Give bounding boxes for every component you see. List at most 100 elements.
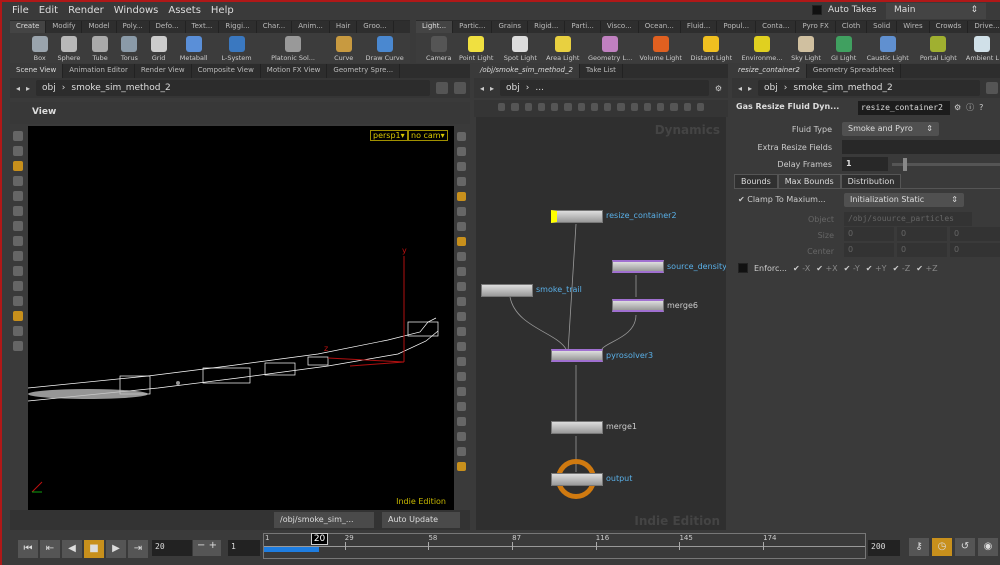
shelf-tool-l-system[interactable]: L-System — [215, 33, 258, 62]
display-option-icon[interactable] — [457, 312, 466, 321]
delay-frames-field[interactable]: 1 — [842, 157, 888, 171]
network-tool-icon[interactable] — [498, 103, 506, 111]
network-tool-icon[interactable] — [630, 103, 638, 111]
viewport-tool-icon[interactable] — [13, 236, 23, 246]
viewport-tool-icon[interactable] — [13, 161, 23, 171]
shelf-tool-distant-light[interactable]: Distant Light — [685, 33, 737, 62]
enforce-y-toggle[interactable]: ✔ -Y — [844, 264, 860, 273]
start-frame-field[interactable]: 1 — [228, 540, 260, 556]
viewport-tool-icon[interactable] — [13, 251, 23, 261]
key-icon[interactable]: ⚷ — [909, 538, 929, 556]
display-option-icon[interactable] — [457, 432, 466, 441]
forward-icon[interactable]: ▸ — [748, 84, 752, 93]
node-merge6[interactable]: merge6 — [612, 299, 698, 312]
menu-assets[interactable]: Assets — [158, 2, 201, 16]
no-cam-menu[interactable]: no cam▾ — [408, 130, 448, 141]
viewport-tool-icon[interactable] — [13, 221, 23, 231]
shelf-tab-pyro-fx[interactable]: Pyro FX — [796, 21, 836, 33]
network-tool-icon[interactable] — [617, 103, 625, 111]
shelf-tool-ambient-l[interactable]: Ambient L — [963, 33, 1000, 62]
display-option-icon[interactable] — [457, 252, 466, 261]
shelf-tab-solid[interactable]: Solid — [867, 21, 898, 33]
params-breadcrumb[interactable]: obj › smoke_sim_method_2 — [758, 80, 980, 96]
viewport-tool-icon[interactable] — [13, 341, 23, 351]
shelf-tool-platonic-sol[interactable]: Platonic Sol... — [258, 33, 328, 62]
network-tool-icon[interactable] — [511, 103, 519, 111]
shelf-tool-torus[interactable]: Torus — [114, 33, 145, 62]
display-option-icon[interactable] — [457, 147, 466, 156]
param-tab-max-bounds[interactable]: Max Bounds — [777, 174, 841, 189]
display-option-icon[interactable] — [457, 447, 466, 456]
path-obj[interactable]: obj — [42, 83, 56, 93]
viewport-tool-icon[interactable] — [13, 191, 23, 201]
node-header-icons[interactable]: ⚙ⓘ? — [954, 102, 988, 113]
display-icon[interactable] — [454, 82, 466, 94]
shelf-tool-camera[interactable]: Camera — [424, 33, 453, 62]
display-option-icon[interactable] — [457, 177, 466, 186]
center-z-field[interactable]: 0 — [950, 243, 1000, 257]
shelf-tab-rigid[interactable]: Rigid... — [528, 21, 566, 33]
path-obj[interactable]: obj — [764, 83, 778, 93]
auto-takes-toggle[interactable]: Auto Takes — [812, 5, 876, 15]
shelf-tool-metaball[interactable]: Metaball — [172, 33, 215, 62]
clamp-mode-select[interactable]: Initialization Static ⇕ — [844, 193, 964, 207]
network-tool-icon[interactable] — [577, 103, 585, 111]
display-option-icon[interactable] — [457, 192, 466, 201]
pane-tab-geometry-spre[interactable]: Geometry Spre... — [327, 64, 401, 78]
pin-icon[interactable] — [986, 82, 998, 94]
path-node[interactable]: smoke_sim_method_2 — [71, 83, 170, 93]
shelf-tab-anim[interactable]: Anim... — [292, 21, 330, 33]
extra-resize-field[interactable] — [842, 140, 1000, 154]
shelf-tab-conta[interactable]: Conta... — [756, 21, 797, 33]
shelf-tab-hair[interactable]: Hair — [330, 21, 358, 33]
camera-menu[interactable]: persp1▾ — [370, 130, 408, 141]
loop-icon[interactable]: ↺ — [955, 538, 975, 556]
viewport-tool-icon[interactable] — [13, 146, 23, 156]
network-tool-icon[interactable] — [604, 103, 612, 111]
path-breadcrumb[interactable]: obj › smoke_sim_method_2 — [36, 80, 430, 96]
stop-button[interactable]: ■ — [84, 540, 104, 558]
display-option-icon[interactable] — [457, 282, 466, 291]
path-node[interactable]: smoke_sim_method_2 — [793, 83, 892, 93]
shelf-tab-cloth[interactable]: Cloth — [836, 21, 868, 33]
menu-file[interactable]: File — [2, 2, 29, 16]
prev-key-button[interactable]: ⇤ — [40, 540, 60, 558]
3d-viewport[interactable]: y z persp1▾ no cam▾ Indie Edition — [27, 126, 454, 510]
network-tool-icon[interactable] — [537, 103, 545, 111]
back-icon[interactable]: ◂ — [16, 84, 20, 93]
current-frame-marker[interactable]: 20 — [310, 533, 329, 545]
fluid-type-select[interactable]: Smoke and Pyro ⇕ — [842, 122, 939, 136]
display-option-icon[interactable] — [457, 297, 466, 306]
viewport-tool-icon[interactable] — [13, 131, 23, 141]
path-node[interactable]: ... — [535, 83, 544, 93]
pane-tab-scene-view[interactable]: Scene View — [10, 64, 64, 78]
network-editor[interactable]: Dynamics Indie Edition resize_container2… — [476, 117, 726, 530]
enforce-z-toggle[interactable]: ✔ -Z — [893, 264, 911, 273]
display-option-icon[interactable] — [457, 237, 466, 246]
shelf-tool-curve[interactable]: Curve — [328, 33, 359, 62]
shelf-tab-parti[interactable]: Parti... — [565, 21, 601, 33]
param-tab-distribution[interactable]: Distribution — [840, 174, 902, 189]
pane-tab-geometry-spreadsheet[interactable]: Geometry Spreadsheet — [807, 64, 902, 78]
display-option-icon[interactable] — [457, 132, 466, 141]
shelf-tool-gi-light[interactable]: GI Light — [826, 33, 862, 62]
shelf-tab-poly[interactable]: Poly... — [117, 21, 150, 33]
shelf-tab-visco[interactable]: Visco... — [601, 21, 639, 33]
shelf-tool-point-light[interactable]: Point Light — [453, 33, 499, 62]
shelf-tool-area-light[interactable]: Area Light — [542, 33, 584, 62]
network-tool-icon[interactable] — [590, 103, 598, 111]
display-option-icon[interactable] — [457, 357, 466, 366]
display-option-icon[interactable] — [457, 387, 466, 396]
timeline-ruler[interactable]: 1 20 29 58 87 116 145 174 — [263, 533, 866, 559]
shelf-tab-char[interactable]: Char... — [257, 21, 293, 33]
shelf-tab-partic[interactable]: Partic... — [453, 21, 493, 33]
jump-start-button[interactable]: ⏮ — [18, 540, 38, 558]
take-selector[interactable]: Main ⇕ — [886, 3, 986, 19]
shelf-tool-sphere[interactable]: Sphere — [51, 33, 86, 62]
node-resize-container2[interactable]: resize_container2 — [551, 210, 677, 223]
display-option-icon[interactable] — [457, 462, 466, 471]
param-tab-bounds[interactable]: Bounds — [734, 174, 778, 189]
shelf-tool-geometry-l[interactable]: Geometry L... — [584, 33, 636, 62]
shelf-tool-spot-light[interactable]: Spot Light — [499, 33, 541, 62]
play-forward-button[interactable]: ▶ — [106, 540, 126, 558]
